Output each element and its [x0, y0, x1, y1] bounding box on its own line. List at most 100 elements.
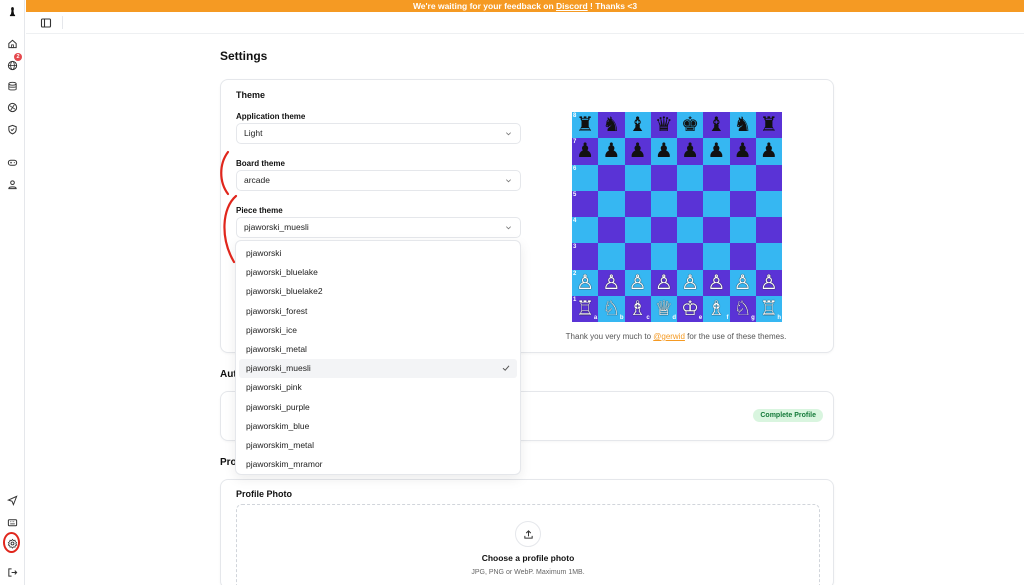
dropdown-option[interactable]: pjaworski_purple: [239, 398, 517, 417]
logout-icon[interactable]: [6, 566, 18, 578]
chess-piece: ♝: [628, 114, 647, 137]
dropdown-option[interactable]: pjaworski_muesli: [239, 359, 517, 379]
upload-subtitle: JPG, PNG or WebP. Maximum 1MB.: [471, 569, 585, 576]
chess-piece: ♙: [681, 271, 700, 294]
chess-piece: ♟: [602, 140, 621, 163]
sidebar-toggle-icon[interactable]: [40, 17, 52, 29]
dropdown-option-label: pjaworski_bluelake2: [246, 286, 323, 297]
dropdown-option[interactable]: pjaworski_pink: [239, 378, 517, 397]
piece-theme-select[interactable]: pjaworski_muesli: [236, 217, 521, 238]
upload-title: Choose a profile photo: [481, 553, 575, 563]
chess-piece: ♗: [707, 297, 726, 320]
chess-piece: ♟: [654, 140, 673, 163]
shield-icon[interactable]: [6, 123, 18, 135]
sidebar: 2: [0, 0, 25, 585]
topbar-divider: [62, 16, 63, 29]
theme-card-title: Theme: [236, 90, 266, 100]
file-label: b: [619, 315, 624, 321]
board-square: 7 ♟: [572, 138, 599, 165]
discord-link[interactable]: Discord: [556, 1, 588, 11]
board-square: ♞: [729, 112, 756, 139]
target-icon[interactable]: [6, 101, 18, 113]
thanks-suffix: for the use of these themes.: [684, 332, 787, 341]
gerwid-link[interactable]: @gerwid: [653, 332, 685, 341]
board-square: ♟: [598, 138, 625, 165]
dropdown-option[interactable]: pjaworski_ice: [239, 321, 517, 340]
chess-piece: ♚: [681, 114, 700, 137]
board-square: [650, 217, 677, 244]
board-square: [729, 243, 756, 270]
complete-profile-badge[interactable]: Complete Profile: [753, 409, 823, 422]
chevron-down-icon: [506, 132, 511, 136]
chess-piece: ♝: [707, 114, 726, 137]
topbar: [26, 12, 1024, 34]
dropdown-option[interactable]: pjaworski_metal: [239, 340, 517, 359]
board-square: ♟: [755, 138, 782, 165]
chess-piece: ♟: [681, 140, 700, 163]
app-theme-label: Application theme: [236, 112, 306, 121]
user-settings-icon[interactable]: [6, 178, 18, 190]
rank-label: 7: [573, 139, 577, 146]
board-square: [677, 190, 704, 217]
chess-piece: ♞: [733, 114, 752, 137]
chess-piece: ♘: [733, 297, 752, 320]
chevron-down-icon: [506, 226, 511, 230]
banner-prefix: We're waiting for your feedback on: [412, 1, 557, 11]
page-title: Settings: [220, 49, 268, 63]
gamepad-icon[interactable]: [6, 156, 18, 168]
board-square: [755, 243, 782, 270]
keyboard-icon[interactable]: [6, 516, 18, 528]
chevron-down-icon: [506, 179, 511, 183]
board-square: 1 a ♖: [572, 295, 599, 322]
dropdown-option[interactable]: pjaworskim_metal: [239, 436, 517, 455]
board-theme-select[interactable]: arcade: [236, 170, 521, 191]
file-label: c: [646, 315, 650, 321]
dropdown-option-label: pjaworski_forest: [246, 305, 308, 316]
rank-label: 4: [573, 218, 577, 224]
chess-piece: ♙: [576, 271, 595, 294]
logo-icon[interactable]: [6, 5, 18, 17]
board-square: e ♔: [677, 295, 704, 322]
chess-piece: ♙: [707, 271, 726, 294]
board-square: ♙: [729, 269, 756, 296]
rank-label: 2: [573, 270, 577, 277]
board-square: [755, 190, 782, 217]
board-square: [624, 190, 651, 217]
chess-piece: ♙: [733, 271, 752, 294]
database-icon[interactable]: [6, 80, 18, 92]
board-square: [703, 217, 730, 244]
send-icon[interactable]: [6, 494, 18, 506]
dropdown-option[interactable]: pjaworskim_blue: [239, 417, 517, 436]
dropdown-option[interactable]: pjaworski_bluelake2: [239, 282, 517, 301]
board-square: [598, 217, 625, 244]
board-square: ♙: [703, 269, 730, 296]
board-square: [624, 217, 651, 244]
home-icon[interactable]: [6, 37, 18, 49]
board-square: ♟: [650, 138, 677, 165]
photo-dropzone[interactable]: Choose a profile photo JPG, PNG or WebP.…: [236, 504, 820, 585]
board-square: [677, 217, 704, 244]
board-square: c ♗: [624, 295, 651, 322]
board-square: [703, 190, 730, 217]
chess-piece: ♖: [759, 297, 778, 320]
dropdown-option[interactable]: pjaworski_bluelake: [239, 263, 517, 282]
dropdown-option-label: pjaworski: [246, 248, 282, 258]
board-square: ♙: [755, 269, 782, 296]
board-theme-value: arcade: [244, 175, 270, 185]
dropdown-option[interactable]: pjaworski_forest: [239, 302, 517, 321]
app-theme-select[interactable]: Light: [236, 123, 521, 144]
board-theme-label: Board theme: [236, 159, 285, 168]
dropdown-option[interactable]: pjaworski: [239, 244, 517, 263]
chess-piece: ♘: [602, 297, 621, 320]
chess-piece: ♟: [707, 140, 726, 163]
file-label: h: [777, 315, 781, 321]
rank-label: 1: [573, 296, 577, 303]
dropdown-option[interactable]: pjaworskim_mramor: [239, 455, 517, 474]
profile-photo-title: Profile Photo: [236, 489, 292, 499]
chess-piece: ♞: [602, 114, 621, 137]
file-label: a: [593, 315, 598, 321]
board-square: [624, 243, 651, 270]
app-theme-value: Light: [244, 128, 263, 138]
upload-button[interactable]: [515, 521, 541, 547]
settings-annotation-circle: [3, 532, 20, 553]
